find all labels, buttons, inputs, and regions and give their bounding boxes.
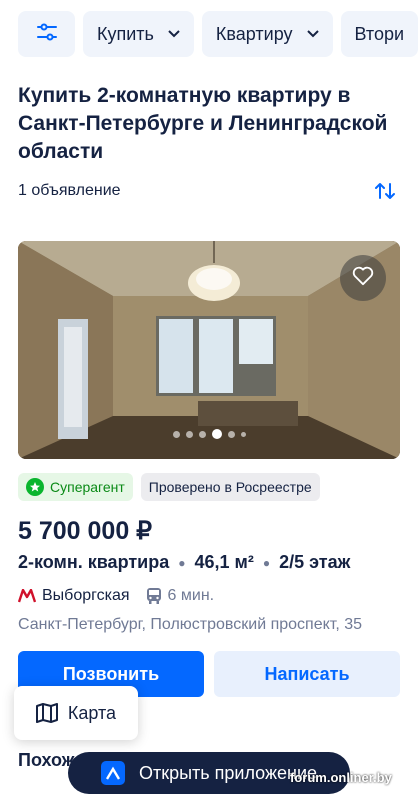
pagination-dot[interactable]: [240, 431, 246, 437]
watermark: forum.onliner.by: [290, 770, 392, 785]
property-type-label: Квартиру: [215, 23, 293, 44]
rooms-text: 2-комн. квартира: [18, 552, 170, 572]
separator-dot: ●: [178, 555, 186, 570]
pagination-dot[interactable]: [227, 430, 235, 438]
results-count: 1 объявление: [18, 182, 121, 199]
sort-icon[interactable]: [374, 180, 396, 202]
pagination-dot[interactable]: [185, 430, 193, 438]
star-icon: [26, 478, 44, 496]
pagination-dot-active[interactable]: [211, 429, 222, 439]
market-type-label: Втори: [354, 23, 405, 44]
pagination-dot[interactable]: [172, 430, 180, 438]
floor-text: 2/5 этаж: [279, 552, 351, 572]
chevron-down-icon: [306, 30, 319, 38]
separator-dot: ●: [262, 555, 271, 570]
metro-station: Выборгская: [42, 587, 130, 604]
sliders-icon: [35, 20, 59, 49]
property-type-dropdown[interactable]: Квартиру: [201, 11, 333, 57]
map-button[interactable]: Карта: [14, 686, 138, 740]
favorite-button[interactable]: [340, 255, 386, 301]
metro-info: Выборгская 6 мин.: [18, 587, 214, 605]
app-logo-icon: [100, 761, 125, 785]
superagent-badge[interactable]: Суперагент: [18, 473, 133, 501]
results-header: 1 объявление: [18, 180, 396, 202]
listing-address: Санкт-Петербург, Полюстровский проспект,…: [18, 616, 363, 633]
filter-bar: Купить Квартиру Втори: [18, 11, 418, 57]
filter-settings-button[interactable]: [18, 11, 75, 57]
write-button[interactable]: Написать: [214, 651, 400, 697]
verified-badge[interactable]: Проверено в Росреестре: [140, 473, 320, 501]
metro-icon: [18, 589, 36, 603]
listing-photo[interactable]: [18, 241, 400, 459]
chevron-down-icon: [168, 30, 180, 38]
listing-price: 5 700 000 ₽: [18, 517, 153, 545]
heart-icon: [352, 266, 374, 291]
market-type-dropdown[interactable]: Втори: [340, 11, 418, 57]
deal-type-label: Купить: [97, 23, 154, 44]
area-text: 46,1 м²: [194, 552, 254, 572]
photo-pagination: [18, 429, 400, 439]
map-label: Карта: [67, 702, 117, 723]
pagination-dot[interactable]: [198, 430, 206, 438]
badges-row: Суперагент Проверено в Росреестре: [18, 473, 320, 501]
listing-specs: 2-комн. квартира ● 46,1 м² ● 2/5 этаж: [18, 552, 350, 573]
verified-label: Проверено в Росреестре: [148, 479, 312, 495]
superagent-label: Суперагент: [50, 479, 125, 495]
map-icon: [35, 703, 58, 723]
deal-type-dropdown[interactable]: Купить: [83, 11, 194, 57]
metro-time: 6 мин.: [167, 587, 215, 604]
page-title: Купить 2-комнатную квартиру в Санкт-Пете…: [18, 84, 388, 163]
similar-heading: Похож: [18, 750, 75, 770]
bus-icon: [146, 587, 162, 605]
